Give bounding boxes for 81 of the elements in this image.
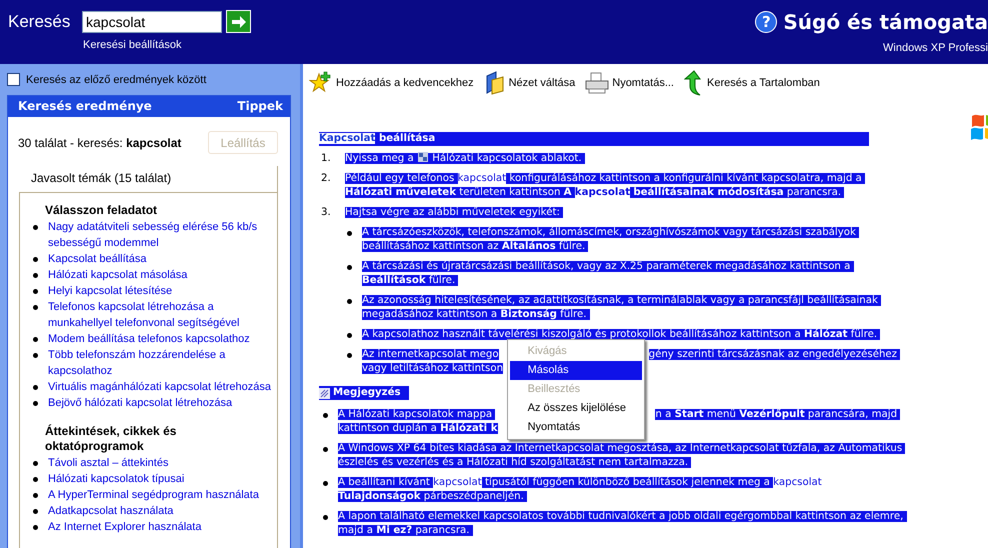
bullet [347,265,352,270]
topic-link[interactable]: Kapcsolat beállítása [48,251,146,267]
menu-item[interactable]: Másolás [510,361,642,380]
bullet [347,231,352,236]
tips-link[interactable]: Tippek [237,99,283,113]
bullet [323,412,328,418]
checkbox-label[interactable]: Keresés az előző eredmények között [26,74,206,86]
list-item-text: A tárcsázási és újratárcsázási beállítások, vagy az X.25 paraméterek megadásához kattintson a Beállítások fülre. [362,260,854,288]
print-button[interactable]: Nyomtatás... [585,72,674,94]
bullet [33,225,38,230]
topic-link[interactable]: Helyi kapcsolat létesítése [48,283,172,299]
topic-link[interactable]: Bejövő hálózati kapcsolat létrehozása [48,395,232,411]
step-number: 3. [320,206,332,220]
step-text: Például egy telefonos kapcsolat konfigurálásához kattintson a konfigurálni kívánt kapcsolatra, majd a Hálózati műveletek területen kattintson A kapcsolat beállításainak módosítása parancsra. [345,172,866,200]
topic-link[interactable]: Hálózati kapcsolatok típusai [48,471,184,487]
topic-link[interactable]: Az Internet Explorer használata [48,519,202,535]
bullet [33,353,38,358]
bullet [323,514,328,520]
bullet [33,305,38,310]
bullet [33,273,38,278]
search-label: Keresés [8,12,72,32]
topic-link[interactable]: Nagy adatátviteli sebesség elérése 56 kb/s sebességű modemmel [48,219,271,251]
topic-link[interactable]: Adatkapcsolat használata [48,503,174,519]
panel-title: Keresés eredménye [18,99,152,113]
list-item-text: A kapcsolathoz használt távelérési kiszolgáló és protokollok beállításához kattintson a Hálózat fülre. [362,328,880,342]
topic-link[interactable]: Telefonos kapcsolat létrehozása a munkahellyel telefonvonal segítségével [48,299,271,331]
topic-link[interactable]: Távoli asztal – áttekintés [48,455,168,471]
arrow-icon [684,70,704,96]
step-text: Nyissa meg a Hálózati kapcsolatok ablakot. [345,152,585,166]
bullet [33,461,38,466]
help-icon: ? [755,11,778,33]
bullet [33,477,38,482]
bullet [33,401,38,406]
bullet [33,385,38,390]
note-item-text: A beállítani kívánt kapcsolat típusától függően különböző beállítások jelennek meg a kapcsolat Tulajdonságok párbeszédpaneljén. [338,476,822,504]
topic-link[interactable]: Modem beállítása telefonos kapcsolathoz [48,331,250,347]
menu-item[interactable]: Nyomtatás [510,418,642,437]
network-icon [418,152,428,162]
section-heading: Áttekintések, cikkek és oktatóprogramok [44,424,178,454]
menu-item[interactable]: Az összes kijelölése [510,399,642,418]
arrow-icon [230,14,248,30]
results-summary: 30 találat - keresés: kapcsolat [18,136,182,150]
bullet [323,446,328,452]
window-title: Súgó és támogata [783,10,988,34]
step-number: 1. [320,152,332,166]
bullet [323,480,328,486]
printer-icon [585,72,610,94]
bullet [347,353,352,358]
section-heading: Válasszon feladatot [44,203,158,218]
product-name: Windows XP Professi [883,42,988,54]
go-button[interactable] [226,10,251,33]
add-favorites-button[interactable]: Hozzáadás a kedvencekhez [309,71,474,95]
note-item-text: A Windows XP 64 bites kiadása az Internetkapcsolat megosztása, az Internetkapcsolat tűzfala, az Automatikus észlelés és vezérlés és a Hálózati híd szolgáltatást nem tartalmazza. [338,442,906,470]
list-item-text: A tárcsázóeszközök, telefonszámok, állomáscímek, országhívószámok vagy tárcsázási szabályok beállításához kattintson az Általános fülre. [362,226,860,254]
bullet [33,257,38,262]
list-item-text: Az azonosság hitelesítésének, az adattitkosításnak, a terminálablak vagy a parancsfájl beállításainak megadásához kattintson a Biztonság fülre. [362,294,882,322]
bullet [33,509,38,514]
note-item-text: A lapon található elemekkel kapcsolatos további tudnivalókért a jobb oldali egérgombbal kattintson az elemre, majd a Mi ez? parancsra. [338,510,907,538]
article-heading: Kapcsolat beállítása [319,132,869,146]
change-view-button[interactable]: Nézet váltása [484,71,576,95]
note-title: Megjegyzés [333,386,401,400]
search-options-link[interactable]: Keresési beállítások [83,39,251,51]
topic-link[interactable]: A HyperTerminal segédprogram használata [48,487,259,503]
topic-link[interactable]: Virtuális magánhálózati kapcsolat létrehozása [48,379,271,395]
results-tab[interactable]: Javasolt témák (15 találat) [19,166,278,192]
topic-link[interactable]: Több telefonszám hozzárendelése a kapcsolathoz [48,347,271,379]
search-field[interactable]: kapcsolat [82,10,222,32]
checkbox[interactable] [7,73,20,86]
topic-link[interactable]: Hálózati kapcsolat másolása [48,267,188,283]
bullet [33,337,38,342]
bullet [347,333,352,338]
bullet [33,493,38,498]
step-text: Hajtsa végre az alábbi műveletek egyikét: [345,206,564,220]
view-icon [484,71,506,95]
bullet [33,289,38,294]
bullet [33,525,38,530]
note-icon [319,388,330,398]
locate-button[interactable]: Keresés a Tartalomban [684,70,820,96]
bullet [347,299,352,304]
star-icon [309,71,333,95]
step-number: 2. [320,172,332,186]
